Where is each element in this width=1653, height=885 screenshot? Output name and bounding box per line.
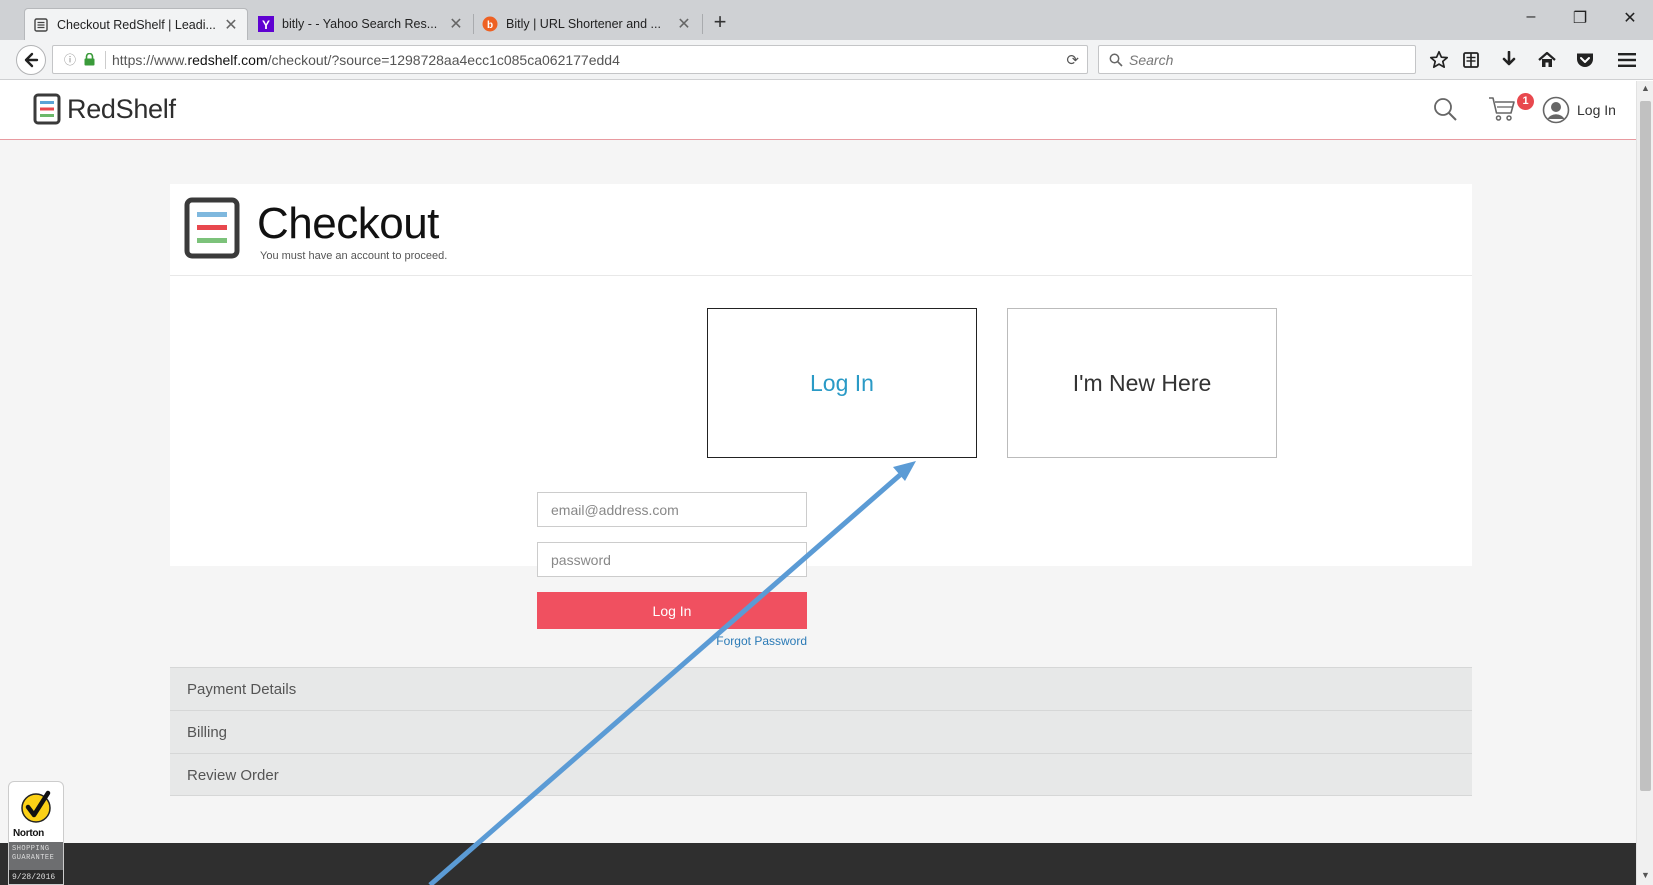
norton-badge[interactable]: Norton SHOPPING GUARANTEE 9/28/2016	[8, 781, 64, 885]
password-field[interactable]	[537, 542, 807, 577]
redshelf-logo[interactable]: RedShelf	[33, 93, 176, 125]
checkout-logo-icon	[184, 197, 240, 264]
tab-checkout-redshelf[interactable]: Checkout RedShelf | Leadi... ✕	[24, 8, 248, 40]
tab-close-icon[interactable]: ✕	[223, 15, 239, 35]
scroll-down-icon[interactable]: ▼	[1637, 870, 1653, 880]
page-subtitle: You must have an account to proceed.	[260, 250, 448, 262]
new-user-choice-button[interactable]: I'm New Here	[1007, 308, 1277, 458]
lock-icon	[81, 53, 97, 66]
section-billing[interactable]: Billing	[170, 710, 1472, 753]
user-avatar-icon[interactable]	[1542, 96, 1570, 129]
redshelf-favicon-icon	[33, 17, 49, 33]
new-tab-button[interactable]: +	[708, 10, 732, 34]
site-header: RedShelf 1 Log In	[0, 81, 1636, 140]
browser-search-bar[interactable]: Search	[1098, 45, 1416, 74]
url-domain: redshelf.com	[187, 51, 268, 68]
norton-guarantee: SHOPPING GUARANTEE	[9, 842, 63, 870]
minimize-button[interactable]: –	[1511, 8, 1551, 26]
back-arrow-icon	[24, 52, 39, 68]
scroll-up-icon[interactable]: ▲	[1637, 83, 1653, 93]
email-field[interactable]	[537, 492, 807, 527]
header-search-icon[interactable]	[1432, 96, 1458, 127]
checkout-header: Checkout You must have an account to pro…	[170, 184, 1472, 276]
page-title: Checkout	[257, 199, 439, 248]
star-icon[interactable]	[1427, 49, 1451, 71]
search-icon	[1109, 53, 1123, 67]
pocket-icon[interactable]	[1573, 49, 1597, 71]
site-footer	[0, 843, 1636, 885]
vertical-scrollbar[interactable]: ▲ ▼	[1636, 81, 1653, 885]
svg-text:b: b	[487, 20, 493, 31]
tab-bitly[interactable]: b Bitly | URL Shortener and ... ✕	[474, 8, 700, 40]
section-payment-details[interactable]: Payment Details	[170, 667, 1472, 710]
page-viewport: RedShelf 1 Log In Checkout You must have…	[0, 81, 1636, 885]
norton-line2: GUARANTEE	[12, 854, 55, 862]
tab-separator	[702, 14, 703, 34]
forgot-password-link[interactable]: Forgot Password	[700, 634, 807, 648]
url-divider	[105, 50, 106, 69]
menu-icon[interactable]	[1615, 49, 1639, 71]
yahoo-favicon-icon: Y	[258, 16, 274, 32]
norton-line1: SHOPPING	[12, 845, 50, 853]
section-review-order[interactable]: Review Order	[170, 753, 1472, 796]
url-prefix: https://www.	[112, 51, 188, 68]
tab-label: Checkout RedShelf | Leadi...	[57, 17, 215, 32]
svg-text:Y: Y	[262, 18, 270, 32]
url-text: https://www.redshelf.com/checkout/?sourc…	[112, 52, 620, 68]
back-button[interactable]	[16, 45, 46, 75]
cart-icon[interactable]	[1488, 96, 1516, 127]
login-submit-button[interactable]: Log In	[537, 592, 807, 629]
reading-list-icon[interactable]	[1459, 49, 1483, 71]
tab-close-icon[interactable]: ✕	[676, 14, 692, 34]
site-info-icon[interactable]: ⓘ	[59, 51, 81, 68]
url-bar[interactable]: ⓘ https://www.redshelf.com/checkout/?sou…	[52, 45, 1088, 74]
browser-search-placeholder: Search	[1129, 51, 1174, 68]
close-window-button[interactable]: ✕	[1610, 8, 1650, 28]
norton-check-icon	[21, 790, 51, 823]
browser-nav-bar: ⓘ https://www.redshelf.com/checkout/?sou…	[0, 40, 1653, 80]
scrollbar-thumb[interactable]	[1640, 101, 1651, 791]
header-login-link[interactable]: Log In	[1577, 102, 1616, 118]
restore-button[interactable]: ❐	[1560, 8, 1600, 28]
login-choice-button[interactable]: Log In	[707, 308, 977, 458]
norton-brand: Norton	[13, 828, 44, 839]
home-icon[interactable]	[1535, 49, 1559, 71]
tab-label: bitly - - Yahoo Search Res...	[282, 17, 438, 31]
url-path: /checkout/?source=1298728aa4ecc1c085ca06…	[267, 51, 620, 68]
tab-close-icon[interactable]: ✕	[448, 14, 464, 34]
bitly-favicon-icon: b	[482, 16, 498, 32]
tab-yahoo-search[interactable]: Y bitly - - Yahoo Search Res... ✕	[250, 8, 472, 40]
cart-count-badge: 1	[1517, 93, 1534, 110]
tab-label: Bitly | URL Shortener and ...	[506, 17, 661, 31]
reload-icon[interactable]: ⟳	[1066, 51, 1079, 69]
download-icon[interactable]	[1497, 49, 1521, 71]
norton-date: 9/28/2016	[9, 870, 63, 884]
browser-tab-strip: Checkout RedShelf | Leadi... ✕ Y bitly -…	[0, 0, 1653, 40]
redshelf-logo-icon	[33, 93, 61, 125]
logo-text: RedShelf	[67, 93, 176, 124]
checkout-card: Checkout You must have an account to pro…	[170, 184, 1472, 566]
